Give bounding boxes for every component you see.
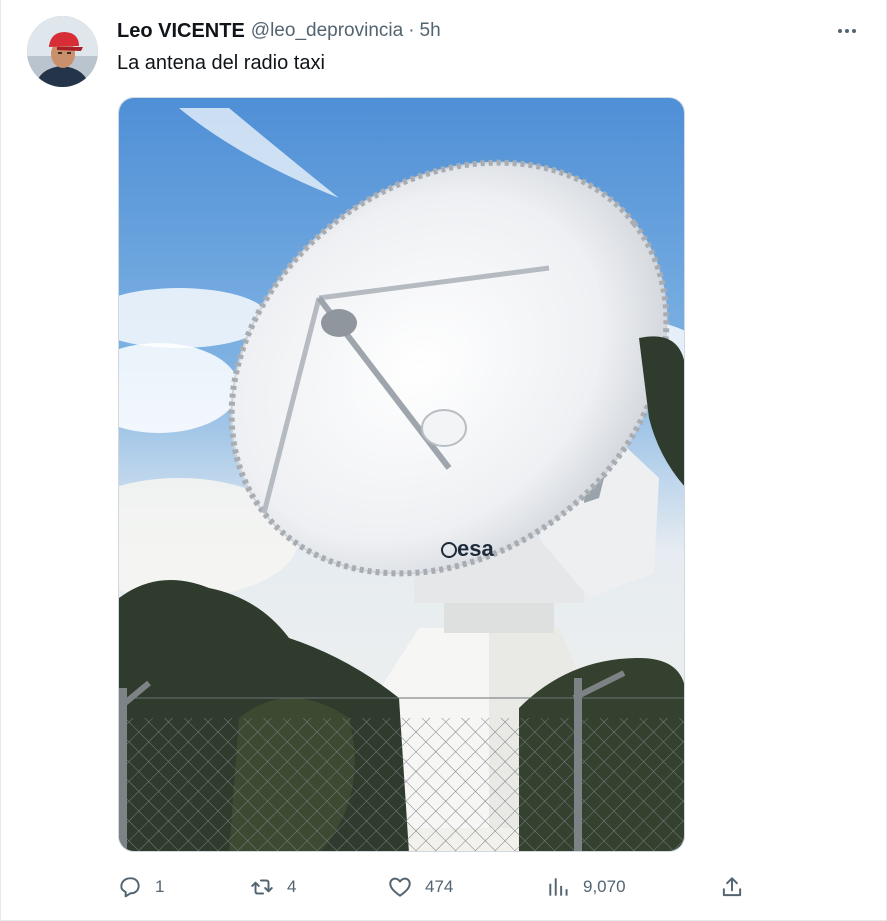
separator-dot: · — [408, 20, 415, 41]
retweet-count: 4 — [287, 877, 297, 896]
reply-count: 1 — [155, 877, 165, 896]
more-icon-dot — [845, 29, 849, 33]
more-icon — [838, 29, 842, 33]
avatar-image — [27, 16, 98, 87]
reply-button[interactable]: 1 — [117, 870, 164, 904]
share-icon — [722, 877, 742, 897]
satellite-dish-photo: esa — [119, 98, 684, 851]
retweet-button[interactable]: 4 — [249, 870, 296, 904]
heart-icon — [389, 877, 411, 897]
tweet-time[interactable]: 5h — [420, 20, 441, 42]
tweet-image[interactable]: esa — [118, 97, 685, 852]
tweet-text: La antena del radio taxi — [117, 52, 325, 74]
tweet-actions: 1 4 474 9,070 — [117, 870, 757, 904]
tweet-card[interactable]: Leo VICENTE @leo_deprovincia · 5h La ant… — [0, 0, 887, 921]
views-count: 9,070 — [583, 877, 626, 896]
like-button[interactable]: 474 — [387, 870, 453, 904]
author-name[interactable]: Leo VICENTE — [117, 20, 245, 43]
author-handle[interactable]: @leo_deprovincia — [251, 20, 403, 42]
reply-icon — [120, 877, 140, 898]
like-count: 474 — [425, 877, 454, 896]
retweet-icon — [251, 879, 273, 895]
share-button[interactable] — [719, 870, 745, 904]
more-button[interactable] — [830, 18, 864, 44]
views-button[interactable]: 9,070 — [545, 870, 626, 904]
esa-logo-text: esa — [457, 536, 494, 561]
tweet-header: Leo VICENTE @leo_deprovincia · 5h — [117, 18, 441, 44]
more-icon-dot — [852, 29, 856, 33]
avatar[interactable] — [27, 16, 98, 87]
views-icon — [549, 878, 568, 896]
